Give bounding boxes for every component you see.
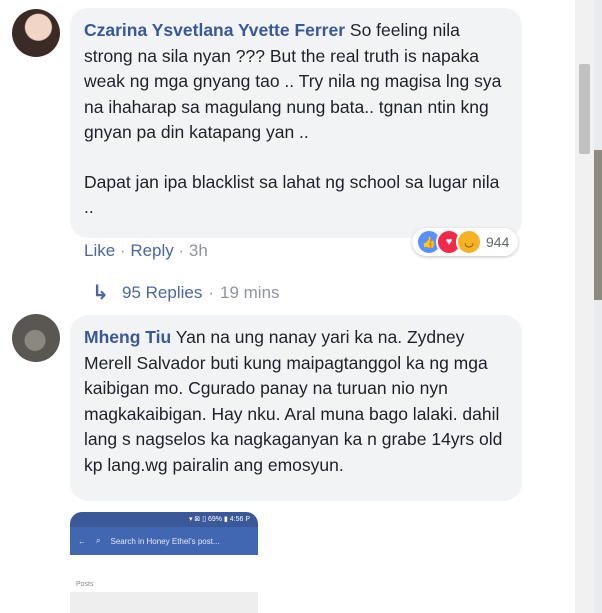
avatar[interactable] xyxy=(12,314,60,362)
view-replies[interactable]: ↳ 95 Replies · 19 mins xyxy=(92,280,280,305)
attached-screenshot[interactable]: ▾ ⊠ ▯ 69% ▮ 4:56 P ← ⌕ Search in Honey E… xyxy=(70,512,258,613)
scrollbar-thumb[interactable] xyxy=(579,64,590,154)
phone-search-placeholder: Search in Honey Ethel's post... xyxy=(110,536,220,546)
comment-bubble: Czarina Ysvetlana Yvette Ferrer So feeli… xyxy=(70,8,522,238)
comment-text: Yan na ung nanay yari ka na. Zydney Mere… xyxy=(84,327,503,475)
reactions-summary[interactable]: 👍 ♥ ◡ 944 xyxy=(412,228,518,256)
search-icon: ⌕ xyxy=(96,536,101,545)
replies-count-link[interactable]: 95 Replies xyxy=(122,283,202,303)
phone-body: Posts xyxy=(70,555,258,592)
phone-search-bar: ← ⌕ Search in Honey Ethel's post... xyxy=(70,527,258,555)
comment-time: 3h xyxy=(188,241,208,260)
comment-bubble: Mheng Tiu Yan na ung nanay yari ka na. Z… xyxy=(70,315,522,501)
avatar[interactable] xyxy=(12,9,60,57)
reaction-count: 944 xyxy=(486,234,510,250)
reply-link[interactable]: Reply xyxy=(130,241,173,260)
haha-reaction-icon: ◡ xyxy=(456,229,482,255)
comment-actions: Like · Reply · 3h xyxy=(84,241,208,260)
reply-arrow-icon: ↳ xyxy=(92,282,109,304)
replies-time: 19 mins xyxy=(220,282,280,302)
like-link[interactable]: Like xyxy=(84,241,115,260)
comment-author[interactable]: Mheng Tiu xyxy=(84,327,171,347)
phone-section-label: Posts xyxy=(76,581,94,588)
comment-text: Dapat jan ipa blacklist sa lahat ng scho… xyxy=(84,171,500,218)
back-arrow-icon: ← xyxy=(78,536,86,546)
background-window-edge xyxy=(594,0,602,613)
comment-author[interactable]: Czarina Ysvetlana Yvette Ferrer xyxy=(84,20,345,40)
phone-status-bar: ▾ ⊠ ▯ 69% ▮ 4:56 P xyxy=(70,512,258,527)
